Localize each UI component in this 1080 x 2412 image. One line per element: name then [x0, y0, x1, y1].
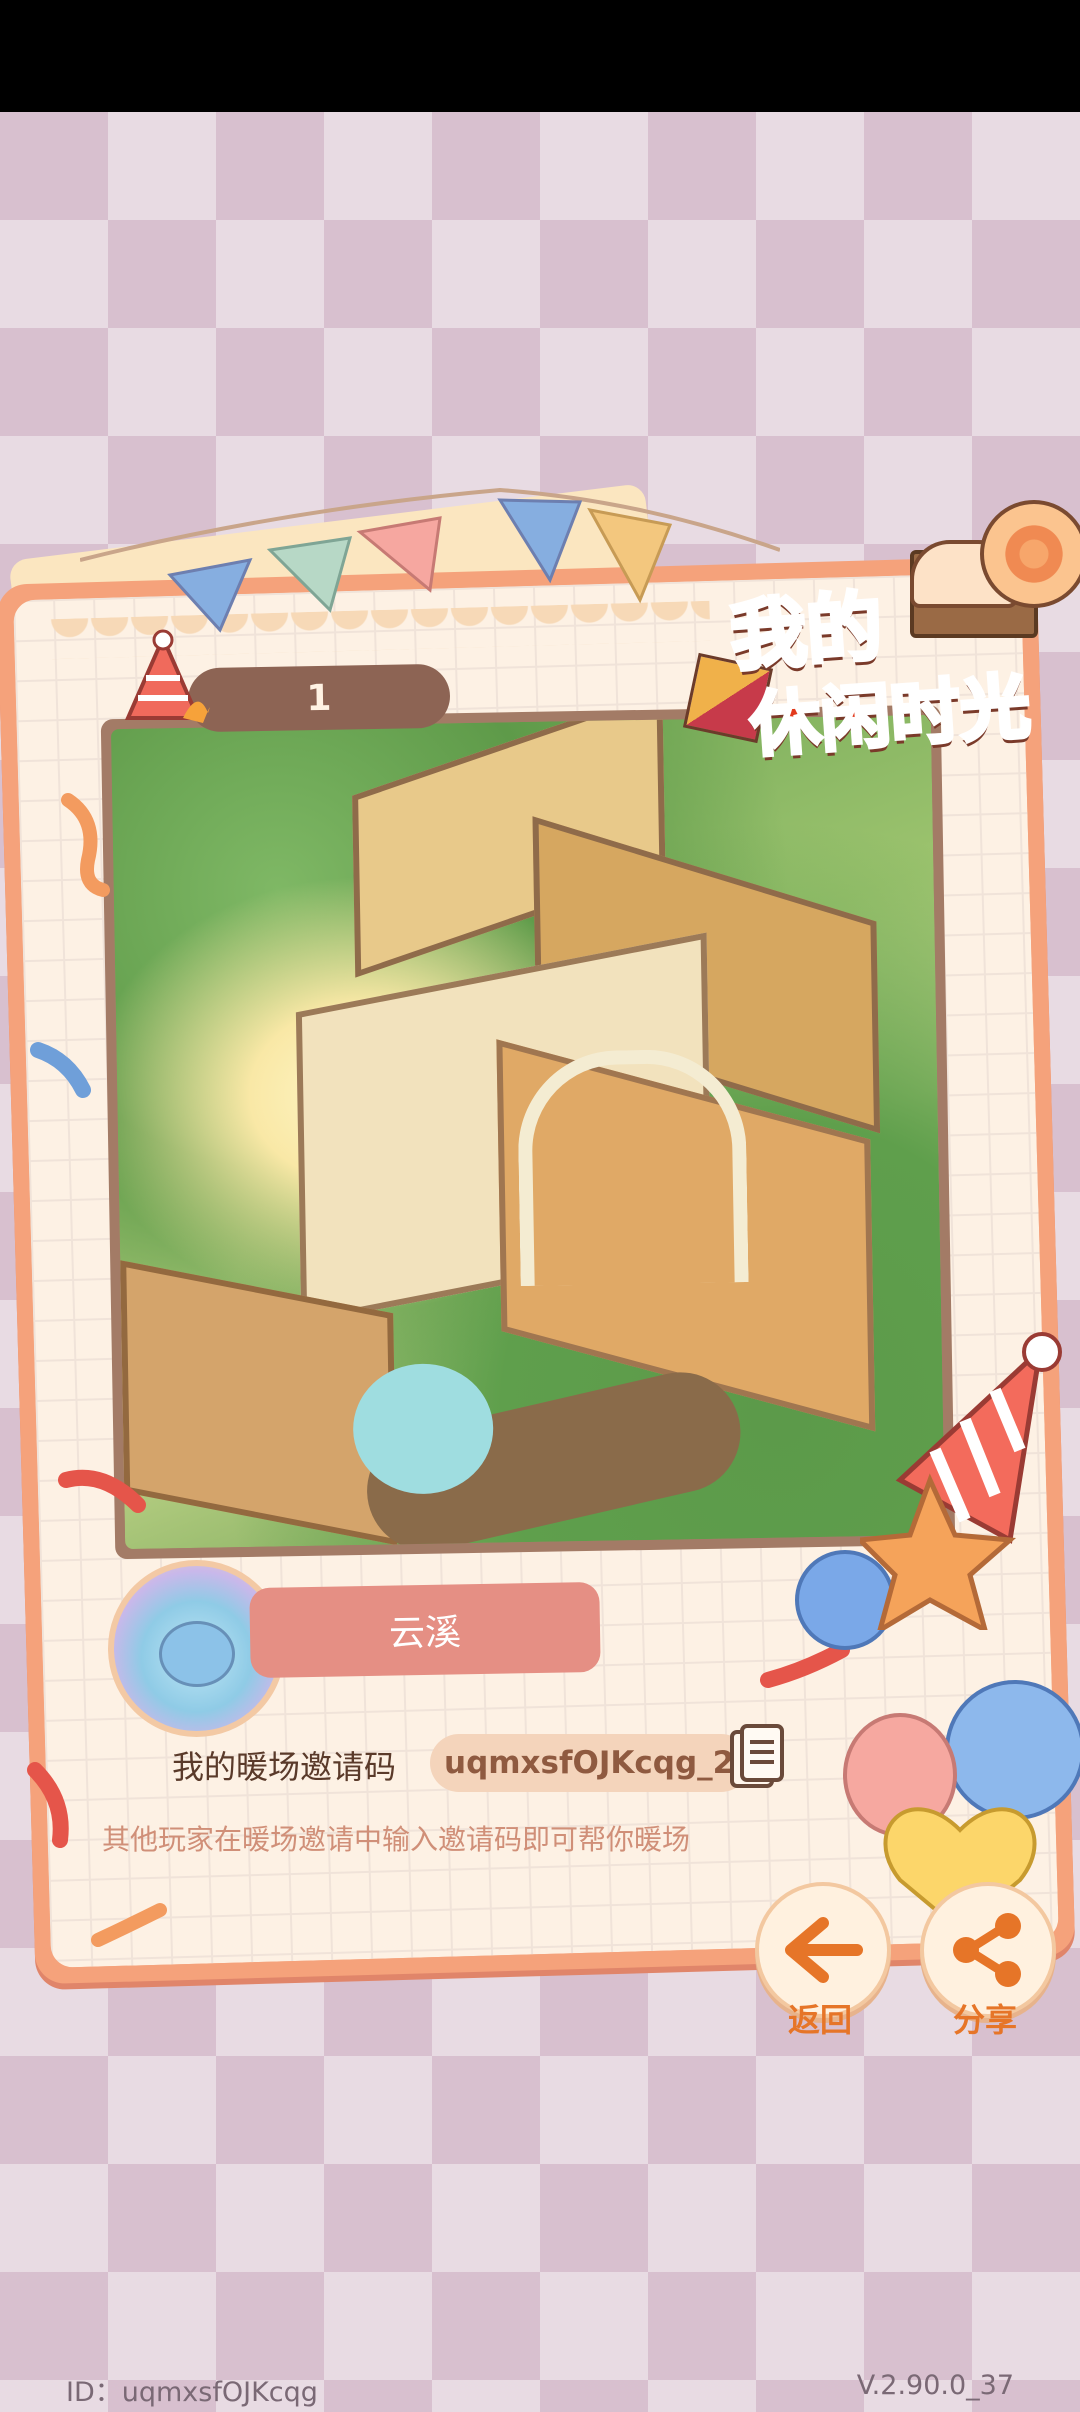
- party-hat-icon: [124, 629, 210, 723]
- share-icon: [953, 1913, 1021, 1987]
- party-hat-large: [860, 1332, 1062, 1630]
- share-button-label[interactable]: 分享: [905, 1995, 1065, 2041]
- back-button-label[interactable]: 返回: [740, 1995, 900, 2041]
- confetti-ribbon: [61, 793, 110, 897]
- arch-doorway: [516, 1048, 749, 1287]
- player-name: 云溪: [388, 1612, 462, 1655]
- invite-hint-text: 其他玩家在暖场邀请中输入邀请码即可帮你暖场: [102, 1823, 691, 1856]
- version-text: V.2.90.0_37: [856, 2370, 1014, 2401]
- player-name-pill: 云溪: [249, 1581, 601, 1679]
- home-snapshot-frame: [100, 704, 956, 1560]
- invite-code-value: uqmxsfOJKcqg_21: [444, 1745, 756, 1781]
- logo-title-line2: 休闲时光: [746, 663, 1035, 768]
- confetti-red: [58, 1469, 146, 1513]
- copy-document-icon[interactable]: [728, 1724, 786, 1794]
- avatar-character: [159, 1621, 235, 1687]
- invite-code-label: 我的暖场邀请码: [172, 1748, 397, 1786]
- status-bar: [0, 0, 1080, 112]
- confetti-blue: [30, 1042, 91, 1098]
- player-id-text: ID：uqmxsfOJKcqg: [66, 2377, 318, 2408]
- page-number: 1: [306, 677, 332, 719]
- page-number-tab: 1: [187, 663, 451, 733]
- game-logo: 我的 休闲时光: [682, 480, 1080, 780]
- snail-shell-icon: [980, 500, 1080, 608]
- confetti-orange: [91, 1903, 167, 1947]
- invite-code-field[interactable]: uqmxsfOJKcqg_21: [430, 1734, 756, 1792]
- arrow-left-icon: [785, 1917, 863, 1983]
- home-snapshot-image: [110, 714, 946, 1550]
- confetti-red-2: [27, 1762, 69, 1848]
